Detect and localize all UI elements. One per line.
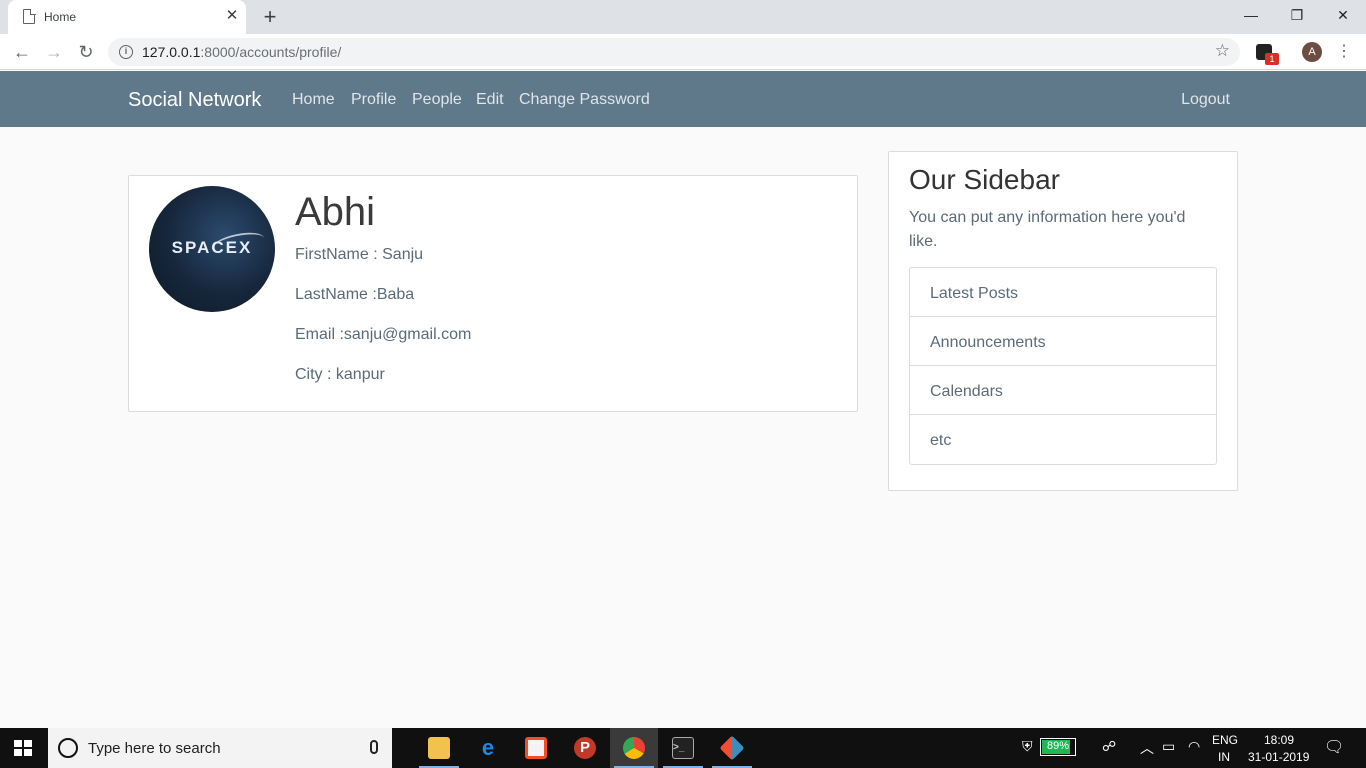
- profile-image: SPACEX: [149, 186, 275, 312]
- profile-image-logo: SPACEX: [171, 238, 253, 257]
- sidebar-item-calendars[interactable]: Calendars: [910, 366, 1216, 415]
- nav-link-people[interactable]: People: [412, 91, 462, 109]
- reload-icon[interactable]: ↻: [74, 40, 98, 64]
- clock-time[interactable]: 18:09: [1264, 733, 1294, 747]
- battery-percent: 89%: [1046, 740, 1070, 752]
- browser-tab[interactable]: Home ✕: [8, 0, 246, 34]
- notifications-icon[interactable]: 🗨: [1324, 737, 1344, 757]
- battery-indicator[interactable]: 89%: [1040, 738, 1076, 756]
- windows-start-icon[interactable]: [14, 740, 32, 756]
- close-window-icon[interactable]: ✕: [1320, 0, 1366, 30]
- nav-link-profile[interactable]: Profile: [351, 91, 396, 109]
- security-shield-icon[interactable]: ⛨: [1022, 738, 1033, 755]
- profile-username: Abhi: [295, 190, 376, 234]
- wifi-icon[interactable]: ◠: [1188, 738, 1200, 755]
- region-code[interactable]: IN: [1218, 750, 1230, 764]
- site-navbar: Social Network Home Profile People Edit …: [0, 71, 1366, 127]
- file-explorer-icon[interactable]: [415, 728, 463, 768]
- git-gui-icon[interactable]: [708, 728, 756, 768]
- nav-link-edit[interactable]: Edit: [476, 91, 504, 109]
- browser-menu-icon[interactable]: ⋮: [1336, 42, 1352, 62]
- info-icon[interactable]: i: [119, 45, 133, 59]
- people-icon[interactable]: ☍: [1102, 738, 1116, 755]
- logout-link[interactable]: Logout: [1181, 91, 1230, 109]
- profile-city: City : kanpur: [295, 366, 385, 383]
- page-icon: [23, 8, 36, 24]
- sidebar-description: You can put any information here you'd l…: [909, 209, 1186, 250]
- back-icon[interactable]: ←: [10, 40, 34, 64]
- sidebar-list: Latest Posts Announcements Calendars etc: [909, 267, 1217, 465]
- terminal-icon[interactable]: >_: [659, 728, 707, 768]
- new-tab-button[interactable]: +: [258, 5, 282, 29]
- sidebar-title: Our Sidebar: [909, 164, 1060, 195]
- language-code[interactable]: ENG: [1212, 733, 1238, 747]
- power-icon[interactable]: ▭: [1162, 738, 1175, 755]
- profile-first-name: FirstName : Sanju: [295, 246, 424, 263]
- profile-card: SPACEX Abhi FirstName : Sanju LastName :…: [128, 175, 858, 412]
- edge-icon[interactable]: e: [464, 728, 512, 768]
- profile-avatar[interactable]: A: [1302, 42, 1322, 62]
- bookmark-star-icon[interactable]: ☆: [1215, 41, 1230, 61]
- restore-icon[interactable]: ❐: [1274, 0, 1320, 30]
- browser-toolbar: ← → ↻ i 127.0.0.1:8000/accounts/profile/…: [0, 34, 1366, 70]
- taskbar-search-input[interactable]: Type here to search: [48, 728, 392, 768]
- chrome-icon[interactable]: [610, 728, 658, 768]
- chevron-up-icon[interactable]: ︿: [1140, 738, 1154, 758]
- profile-email: Email :sanju@gmail.com: [295, 326, 472, 343]
- sidebar-item-latest-posts[interactable]: Latest Posts: [910, 268, 1216, 317]
- nav-link-change-password[interactable]: Change Password: [519, 91, 650, 109]
- close-tab-icon[interactable]: ✕: [224, 8, 240, 24]
- profile-last-name: LastName :Baba: [295, 286, 415, 303]
- psiphon-icon[interactable]: P: [561, 728, 609, 768]
- sidebar-item-announcements[interactable]: Announcements: [910, 317, 1216, 366]
- clock-date[interactable]: 31-01-2019: [1248, 750, 1309, 764]
- nav-link-home[interactable]: Home: [292, 91, 335, 109]
- search-placeholder: Type here to search: [88, 740, 221, 757]
- sidebar-item-etc[interactable]: etc: [910, 415, 1216, 464]
- extension-badge: 1: [1265, 53, 1279, 65]
- url-text[interactable]: 127.0.0.1:8000/accounts/profile/: [142, 44, 341, 60]
- microphone-icon[interactable]: [370, 740, 378, 754]
- store-icon[interactable]: [512, 728, 560, 768]
- taskbar: Type here to search e P >_ ⛨ 89% ☍ ︿ ▭ ◠…: [0, 728, 1366, 768]
- url-path: :8000/accounts/profile/: [200, 44, 342, 60]
- forward-icon[interactable]: →: [42, 40, 66, 64]
- tab-title: Home: [44, 10, 77, 24]
- cortana-icon: [58, 738, 78, 758]
- browser-tabstrip: Home ✕ + — ❐ ✕: [0, 0, 1366, 34]
- sidebar: Our Sidebar You can put any information …: [888, 151, 1238, 491]
- address-bar[interactable]: i 127.0.0.1:8000/accounts/profile/ ☆: [108, 38, 1240, 66]
- url-host: 127.0.0.1: [142, 44, 201, 60]
- minimize-icon[interactable]: —: [1228, 0, 1274, 30]
- brand-link[interactable]: Social Network: [128, 89, 261, 112]
